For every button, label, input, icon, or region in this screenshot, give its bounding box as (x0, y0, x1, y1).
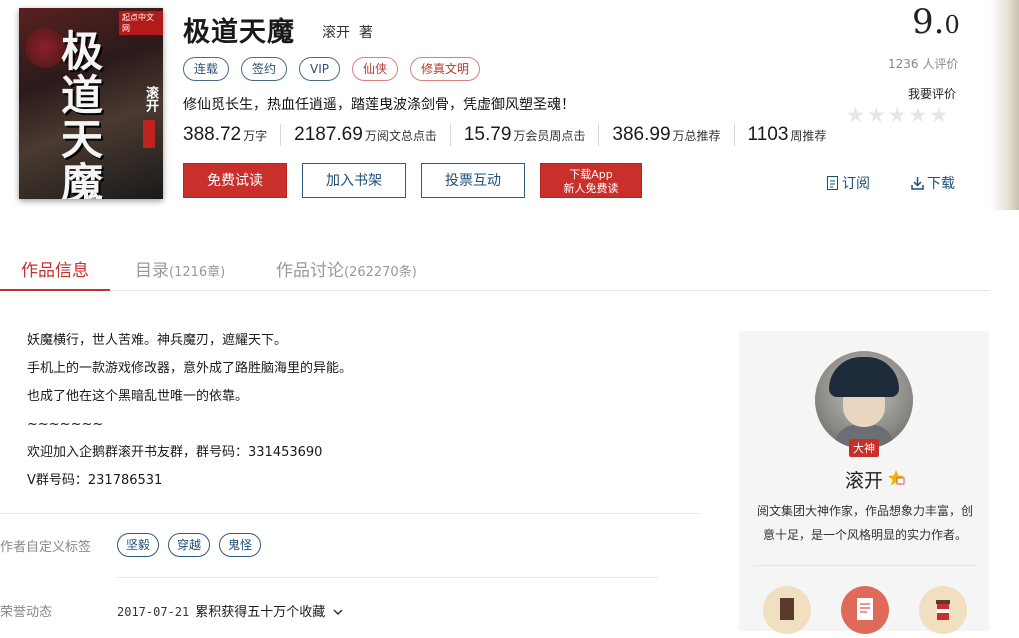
honor-date: 2017-07-21 (117, 605, 190, 619)
star-icon[interactable]: ★ (888, 104, 907, 126)
cover-author: 滚开 (143, 86, 158, 112)
author-avatar[interactable] (815, 351, 913, 449)
author-suffix: 著 (358, 25, 373, 41)
subscribe-link[interactable]: 订阅 (826, 173, 870, 193)
custom-tags-label: 作者自定义标签 (0, 540, 92, 555)
honor-text: 累积获得五十万个收藏 (195, 605, 326, 620)
rating-count: 1236 人评价 (888, 57, 959, 71)
document-icon (827, 176, 838, 190)
stat-weekly-recommend: 1103 周推荐 (747, 124, 827, 145)
tab-catalog[interactable]: 目录(1216章) (135, 256, 225, 289)
author-level-icon (888, 470, 905, 486)
honor-entry[interactable]: 2017-07-21 累积获得五十万个收藏 (117, 601, 343, 620)
side-decoration (990, 0, 1019, 210)
cover-art-moon (25, 28, 65, 68)
stat-total-clicks: 2187.69 万阅文总点击 (294, 124, 451, 146)
star-icon[interactable]: ★ (846, 104, 865, 126)
description-line: 妖魔横行，世人苦难。神兵魔刃，遮耀天下。 (27, 333, 288, 348)
download-app-line1: 下载App (569, 168, 613, 181)
honor-label: 荣誉动态 (0, 605, 53, 620)
author-articles-icon[interactable] (841, 586, 889, 634)
author-description: 阅文集团大神作家，作品想象力丰富，创意十足，是一个风格明显的实力作者。 (756, 504, 973, 542)
rating-stars[interactable]: ★ ★ ★ ★ ★ (846, 104, 948, 126)
tab-discussion[interactable]: 作品讨论(262270条) (276, 256, 417, 289)
book-author[interactable]: 滚开 (322, 25, 350, 41)
description-line: 手机上的一款游戏修改器，意外成了路胜脑海里的异能。 (27, 361, 353, 376)
download-label: 下载 (927, 176, 955, 192)
author-name[interactable]: 滚开 (845, 466, 883, 493)
book-tags: 连载 签约 VIP 仙侠 修真文明 (183, 57, 481, 81)
chevron-down-icon[interactable] (333, 608, 343, 616)
add-to-shelf-button[interactable]: 加入书架 (302, 163, 406, 198)
free-read-button[interactable]: 免费试读 (183, 163, 287, 198)
cover-title: 极道天魔 (61, 27, 104, 200)
vote-button[interactable]: 投票互动 (421, 163, 525, 198)
book-author-line: 滚开 著 (322, 22, 373, 42)
tag-vip: VIP (299, 57, 341, 81)
tag-status: 连载 (183, 57, 230, 81)
custom-tags: 坚毅 穿越 鬼怪 (117, 533, 262, 557)
download-app-button[interactable]: 下载App 新人免费读 (540, 163, 642, 198)
download-icon (911, 177, 924, 190)
book-title: 极道天魔 (183, 17, 295, 48)
cover-seal (143, 120, 155, 148)
detail-tabs: 作品信息 目录(1216章) 作品讨论(262270条) (0, 256, 990, 291)
description-line: 也成了他在这个黑暗乱世唯一的依靠。 (27, 389, 249, 404)
section-divider (117, 577, 658, 578)
tag-signed: 签约 (241, 57, 288, 81)
stat-weekly-member-clicks: 15.79 万会员周点击 (464, 124, 600, 146)
tag-subcategory[interactable]: 修真文明 (410, 57, 481, 81)
section-divider (0, 513, 700, 514)
description-line: V群号码：231786531 (27, 473, 163, 488)
star-icon[interactable]: ★ (929, 104, 948, 126)
author-coffee-icon[interactable] (919, 586, 967, 634)
author-works-icon[interactable] (763, 586, 811, 634)
tag-category[interactable]: 仙侠 (352, 57, 399, 81)
tab-book-info[interactable]: 作品信息 (0, 256, 110, 291)
star-icon[interactable]: ★ (867, 104, 886, 126)
book-description: 妖魔横行，世人苦难。神兵魔刃，遮耀天下。 手机上的一款游戏修改器，意外成了路胜脑… (27, 327, 352, 495)
description-line: 欢迎加入企鹅群滚开书友群，群号码：331453690 (27, 445, 323, 460)
book-stats: 388.72 万字 2187.69 万阅文总点击 15.79 万会员周点击 386.9… (183, 124, 852, 146)
custom-tag[interactable]: 鬼怪 (219, 533, 262, 557)
subscribe-label: 订阅 (842, 176, 870, 192)
stat-word-count: 388.72 万字 (183, 124, 282, 146)
star-icon[interactable]: ★ (908, 104, 927, 126)
download-link[interactable]: 下载 (911, 173, 955, 193)
rating-score: 9.0 (912, 2, 960, 42)
stat-total-recommend: 386.99 万总推荐 (612, 124, 735, 146)
download-app-line2: 新人免费读 (563, 182, 619, 195)
description-line: ~~~~~~~ (27, 417, 104, 432)
custom-tag[interactable]: 坚毅 (117, 533, 160, 557)
panel-divider (753, 565, 977, 566)
custom-tag[interactable]: 穿越 (168, 533, 211, 557)
author-panel: 大神 滚开 阅文集团大神作家，作品想象力丰富，创意十足，是一个风格明显的实力作者… (739, 331, 989, 634)
cover-brand: 起点中文网 (119, 11, 163, 35)
my-rating-label: 我要评价 (908, 87, 957, 101)
book-cover[interactable]: 起点中文网 极道天魔 滚开 (19, 8, 163, 199)
book-intro: 修仙觅长生，热血任逍遥，踏莲曳波涤剑骨，凭虚御风塑圣魂！ (183, 97, 575, 113)
avatar-hair (829, 357, 899, 397)
author-badge: 大神 (849, 439, 879, 457)
